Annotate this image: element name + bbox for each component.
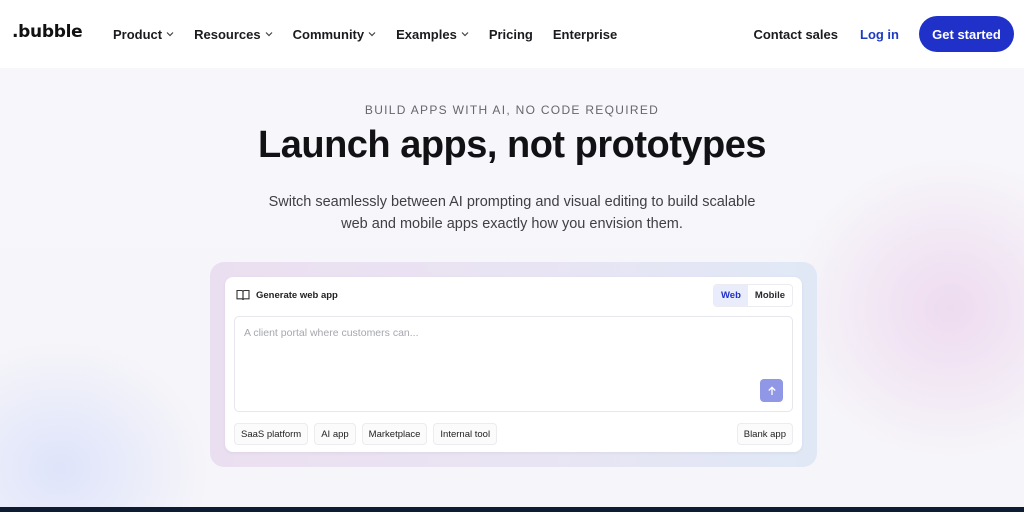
suggestion-chips: SaaS platform AI app Marketplace Interna… (234, 423, 503, 445)
top-navigation: .bubble Product Resources Community Exam… (0, 0, 1024, 68)
nav-item-product[interactable]: Product (113, 24, 174, 44)
prompt-placeholder: A client portal where customers can... (244, 327, 419, 339)
nav-item-resources[interactable]: Resources (194, 24, 273, 44)
chip-saas-platform[interactable]: SaaS platform (234, 423, 309, 445)
card-header: Generate web app (236, 289, 338, 301)
book-open-icon (236, 289, 250, 301)
nav-links: Product Resources Community Examples Pri… (113, 24, 637, 44)
toggle-web[interactable]: Web (714, 285, 748, 306)
toggle-mobile[interactable]: Mobile (747, 285, 792, 306)
arrow-up-icon (767, 385, 776, 395)
nav-actions: Contact sales Log in Get started (753, 16, 1014, 52)
nav-item-pricing[interactable]: Pricing (489, 24, 533, 44)
log-in-link[interactable]: Log in (860, 27, 899, 42)
nav-item-enterprise[interactable]: Enterprise (553, 24, 617, 44)
nav-item-label: Enterprise (552, 26, 618, 42)
chevron-down-icon (368, 32, 376, 37)
chip-internal-tool[interactable]: Internal tool (433, 423, 498, 445)
nav-item-label: Product (113, 26, 163, 42)
generate-app-card: Generate web app Web Mobile A client por… (225, 277, 802, 452)
nav-item-label: Pricing (488, 26, 533, 42)
blank-app-button[interactable]: Blank app (736, 423, 793, 445)
nav-item-label: Examples (396, 26, 457, 42)
chip-ai-app[interactable]: AI app (314, 423, 356, 445)
send-button[interactable] (760, 379, 783, 402)
get-started-button[interactable]: Get started (919, 16, 1014, 52)
chevron-down-icon (265, 32, 273, 37)
hero-subtext: Switch seamlessly between AI prompting a… (268, 194, 756, 232)
nav-item-label: Community (292, 26, 365, 42)
contact-sales-link[interactable]: Contact sales (753, 27, 838, 42)
bubble-logo[interactable]: .bubble (12, 22, 83, 42)
hero-eyebrow: BUILD APPS WITH AI, NO CODE REQUIRED (364, 103, 660, 117)
chevron-down-icon (461, 32, 469, 37)
nav-item-community[interactable]: Community (293, 24, 377, 44)
page-title: Launch apps, not prototypes (258, 124, 766, 166)
platform-toggle: Web Mobile (713, 284, 793, 307)
card-title: Generate web app (256, 289, 338, 301)
prompt-input[interactable]: A client portal where customers can... (234, 316, 793, 412)
chevron-down-icon (166, 32, 174, 37)
nav-item-label: Resources (194, 26, 261, 42)
nav-item-examples[interactable]: Examples (396, 24, 469, 44)
chip-marketplace[interactable]: Marketplace (361, 423, 428, 445)
next-section-edge (0, 507, 1024, 512)
